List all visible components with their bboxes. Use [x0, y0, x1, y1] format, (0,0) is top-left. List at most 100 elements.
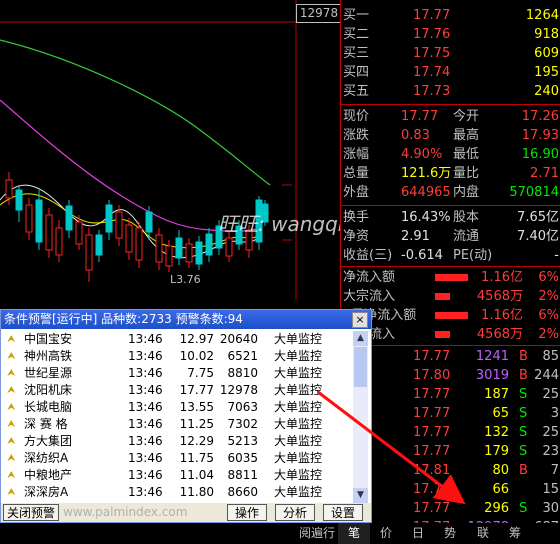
alert-price: 10.02: [179, 349, 214, 363]
flow-value: 4568万: [476, 289, 523, 304]
stat-row: 总量 121.6万 量比 2.71: [341, 164, 560, 183]
bottom-tab[interactable]: 日: [402, 523, 434, 544]
bottom-tab[interactable]: 筹: [500, 523, 530, 544]
stat-value: -0.614: [401, 248, 443, 263]
dialog-titlebar[interactable]: 条件预警[运行中] 品种数:2733 预警条数:94: [1, 310, 371, 329]
bid-price: 17.75: [413, 46, 451, 61]
flow-label: 净流入额: [343, 270, 396, 285]
candle-body: [205, 233, 213, 256]
tick-direction: S: [519, 387, 528, 402]
candle-body: [25, 204, 33, 233]
quote-panel: 买一 17.77 1264 买二 17.76 918 买三 17.75 609 买四 17.74 19…: [340, 0, 560, 544]
rise-icon: ⮝: [7, 402, 16, 413]
close-alert-button[interactable]: 关闭预警: [3, 504, 59, 521]
stat-value: -: [554, 248, 559, 263]
alert-volume: 5213: [227, 434, 258, 448]
tick-count: 3: [550, 406, 559, 421]
stat-row: 涨幅 4.90% 最低 16.90: [341, 145, 560, 164]
alert-row[interactable]: ⮝ 长城电脑 13:46 13.55 7063 大单监控: [4, 399, 352, 416]
stat-value: 644965: [401, 185, 451, 200]
rise-icon: ⮝: [7, 436, 16, 447]
alert-stock-name: 世纪星源: [24, 366, 73, 380]
alert-time: 13:46: [128, 400, 163, 414]
candle-body: [155, 234, 163, 263]
flow-value: 1.16亿: [481, 308, 523, 323]
candle-body: [45, 214, 53, 251]
tick-volume: 1241: [475, 349, 509, 364]
bottom-tab[interactable]: 价: [370, 523, 402, 544]
alert-volume: 12978: [219, 383, 258, 397]
alert-price: 7.75: [187, 366, 214, 380]
alert-list-scrollbar[interactable]: ▲ ▼: [353, 331, 368, 503]
tick-price: 17.79: [413, 482, 451, 497]
stat-row: 净资 2.91 流通 7.40亿: [341, 227, 560, 246]
dialog-close-button[interactable]: ×: [352, 312, 368, 328]
settings-button[interactable]: 设置: [323, 504, 363, 521]
operate-button[interactable]: 操作: [227, 504, 267, 521]
bottom-tab[interactable]: 阅遍行: [296, 523, 338, 544]
stat-value: 570814: [509, 185, 559, 200]
alert-type: 大单监控: [274, 332, 323, 346]
site-watermark: www.palmindex.com: [63, 505, 188, 519]
stat-value: 2.91: [401, 229, 430, 244]
alert-row[interactable]: ⮝ 沈阳机床 13:46 17.77 12978 大单监控: [4, 382, 352, 399]
alert-volume: 20640: [219, 332, 258, 346]
bid-price: 17.74: [413, 65, 451, 80]
stat-label: 换手: [343, 210, 370, 225]
tick-direction: S: [519, 406, 528, 421]
alert-time: 13:46: [128, 485, 163, 499]
stat-label: 今开: [453, 109, 480, 124]
alert-stock-name: 长城电脑: [24, 400, 73, 414]
alert-row[interactable]: ⮝ 方大集团 13:46 12.29 5213 大单监控: [4, 433, 352, 450]
alert-time: 13:46: [128, 383, 163, 397]
bid-row-5: 买五 17.73 240: [341, 82, 560, 101]
stat-label: 最低: [453, 147, 480, 162]
stat-label: 流通: [453, 229, 480, 244]
stat-label: 涨跌: [343, 128, 370, 143]
alert-type: 大单监控: [274, 485, 323, 499]
alert-row[interactable]: ⮝ 中粮地产 13:46 11.04 8811 大单监控: [4, 467, 352, 484]
alert-row[interactable]: ⮝ 世纪星源 13:46 7.75 8810 大单监控: [4, 365, 352, 382]
tick-row: 17.77 187 S 25: [341, 385, 560, 404]
scroll-thumb[interactable]: [354, 347, 367, 387]
alert-time: 13:46: [128, 417, 163, 431]
scroll-up-icon[interactable]: ▲: [353, 331, 368, 346]
stat-value: 16.43%: [401, 210, 451, 225]
bid-label: 买二: [343, 27, 370, 42]
bottom-tab[interactable]: 势: [434, 523, 466, 544]
tick-price: 17.77: [413, 501, 451, 516]
stat-row: 涨跌 0.83 最高 17.93: [341, 126, 560, 145]
candle-body: [35, 199, 43, 243]
rise-icon: ⮝: [7, 453, 16, 464]
alert-list[interactable]: ⮝ 中国宝安 13:46 12.97 20640 大单监控 ⮝ 神州高铁 13:46 10.02 6…: [4, 331, 352, 503]
alert-row[interactable]: ⮝ 神州高铁 13:46 10.02 6521 大单监控: [4, 348, 352, 365]
alert-row[interactable]: ⮝ 深 赛 格 13:46 11.25 7302 大单监控: [4, 416, 352, 433]
alert-time: 13:46: [128, 468, 163, 482]
dialog-title: 条件预警[运行中] 品种数:2733 预警条数:94: [4, 312, 243, 326]
stat-row: 换手 16.43% 股本 7.65亿: [341, 208, 560, 227]
stat-label: 量比: [453, 166, 480, 181]
flow-row: 大宗流入4568万2%: [341, 325, 560, 344]
tick-row: 17.80 3019 B 244: [341, 366, 560, 385]
flow-value: 1.16亿: [481, 270, 523, 285]
alert-volume: 8811: [227, 468, 258, 482]
analyze-button[interactable]: 分析: [275, 504, 315, 521]
rise-icon: ⮝: [7, 351, 16, 362]
alert-row[interactable]: ⮝ 中国宝安 13:46 12.97 20640 大单监控: [4, 331, 352, 348]
tick-volume: 66: [492, 482, 509, 497]
alert-row[interactable]: ⮝ 深纺织A 13:46 11.75 6035 大单监控: [4, 450, 352, 467]
alert-row[interactable]: ⮝ 深深房A 13:46 11.80 8660 大单监控: [4, 484, 352, 501]
bottom-tab[interactable]: 笔: [338, 523, 370, 544]
alert-stock-name: 中国宝安: [24, 332, 73, 346]
flow-value: 4568万: [476, 327, 523, 342]
scroll-down-icon[interactable]: ▼: [353, 488, 368, 503]
tick-volume: 179: [484, 444, 509, 459]
candle-body: [85, 234, 93, 271]
bottom-tab[interactable]: 联: [466, 523, 500, 544]
alert-stock-name: 方大集团: [24, 434, 73, 448]
candle-body: [135, 227, 143, 261]
kline-chart[interactable]: L3.76: [0, 0, 340, 300]
alert-price: 11.04: [179, 468, 214, 482]
stat-label: 收益(三): [343, 248, 393, 263]
tick-count: 25: [542, 387, 559, 402]
